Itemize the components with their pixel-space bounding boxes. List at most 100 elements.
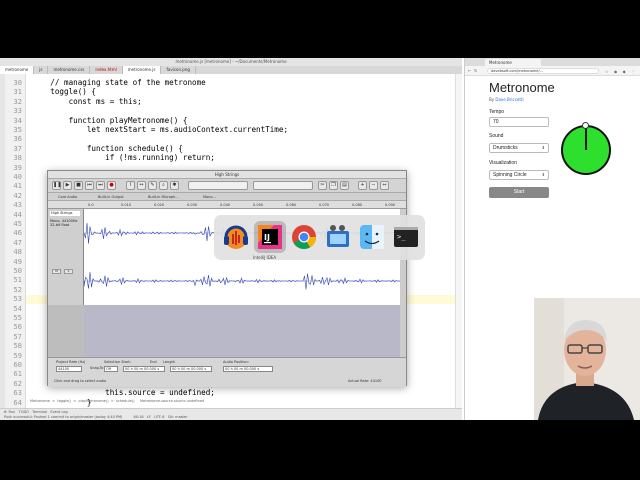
dial-hand [585, 126, 587, 150]
address-bar[interactable]: davebsoft.com/metronome/... [487, 68, 599, 74]
chrome-icon [292, 225, 316, 250]
selection-tool-icon[interactable]: I [126, 181, 135, 190]
line-number: 38 [13, 153, 22, 163]
channels-select[interactable]: Mono... [203, 195, 216, 199]
snap-select[interactable]: Off [104, 366, 118, 372]
zoom-out-icon[interactable]: − [369, 181, 378, 190]
audacity-app[interactable] [220, 221, 252, 253]
envelope-tool-icon[interactable]: ↔ [137, 181, 146, 190]
code-line: if (!ms.running) return; [32, 153, 215, 163]
copy-icon[interactable]: ❐ [329, 181, 338, 190]
project-rate-field[interactable]: 44100 [56, 366, 82, 372]
tab-metronome-css[interactable]: metronome.css [48, 66, 91, 74]
start-button[interactable]: Start [489, 187, 549, 198]
selection-end-field[interactable]: 00 h 00 m 00.000 s [170, 366, 212, 372]
skip-start-button[interactable]: ⏮ [85, 181, 94, 190]
output-device-select[interactable]: Built-in Output [98, 195, 124, 199]
tab-js[interactable]: js [34, 66, 49, 74]
reload-icon[interactable]: ↻ [474, 68, 477, 73]
browser-toolbar: ← ↻ davebsoft.com/metronome/... ☆ ◉ ◆ ⋮ [465, 66, 640, 76]
tab-favicon[interactable]: favicon.png [161, 66, 196, 74]
back-icon[interactable]: ← [468, 68, 471, 73]
ruler-tick: 0.010 [121, 203, 132, 207]
input-device-select[interactable]: Built-in Microph... [148, 195, 179, 199]
audacity-title: High Strings [48, 171, 406, 179]
ruler-tick: 0.050 [253, 203, 264, 207]
finder-app[interactable] [356, 221, 388, 253]
line-number: 60 [13, 360, 22, 369]
pause-button[interactable]: ❚❚ [52, 181, 61, 190]
line-number: 64 [13, 397, 22, 407]
webcam-overlay [534, 298, 640, 420]
ide-title: metronome.js [metronome] - ~/Documents/M… [0, 58, 462, 66]
zoom-in-icon[interactable]: + [358, 181, 367, 190]
cut-icon[interactable]: ✂ [318, 181, 327, 190]
record-meter[interactable] [188, 181, 248, 190]
author-link[interactable]: Dave Briccetti [495, 97, 523, 102]
line-number: 39 [13, 162, 22, 172]
tempo-input[interactable]: 70 [489, 117, 549, 127]
extension-icons[interactable]: ☆ ◉ ◆ ⋮ [605, 69, 637, 74]
chrome-app[interactable] [288, 221, 320, 253]
tool-windows-bar[interactable]: 6: Run TODO Terminal Event Log [4, 410, 68, 414]
line-number: 31 [13, 87, 22, 97]
breadcrumb[interactable]: Metronome > toggle() > playMetronome() >… [30, 399, 204, 403]
switcher-selected-label: IntelliJ IDEA [253, 255, 277, 260]
svg-text:IJ: IJ [264, 233, 270, 242]
tab-metronome[interactable]: metronome [0, 66, 35, 74]
terminal-app[interactable]: >_ [390, 221, 422, 253]
code-line: // managing state of the metronome [32, 78, 206, 87]
zoom-tool-icon[interactable]: ⌕ [159, 181, 168, 190]
track-name[interactable]: High Strings [50, 211, 80, 216]
solo-button[interactable]: S [64, 269, 73, 274]
line-number: 56 [13, 322, 22, 332]
editor-scrollbar[interactable] [455, 74, 462, 408]
play-button[interactable]: ▶ [63, 181, 72, 190]
draw-tool-icon[interactable]: ✎ [148, 181, 157, 190]
code-line: this.source = undefined; [32, 388, 215, 398]
track-control-panel[interactable]: High Strings Mono, 44100Hz 32-bit float … [48, 209, 84, 305]
line-number: 35 [13, 125, 22, 134]
line-number: 59 [13, 350, 22, 360]
timeline-ruler[interactable]: 0.0 0.010 0.020 0.030 0.040 0.050 0.060 0.070 0.… [48, 201, 406, 209]
intellij-app[interactable]: IJ [254, 221, 286, 253]
tempo-value: 70 [493, 119, 499, 125]
line-number: 61 [13, 369, 22, 379]
visualization-value: Spinning Circle [493, 172, 527, 178]
record-button[interactable]: ● [107, 181, 116, 190]
browser-tab-bar: Metronome [465, 58, 640, 66]
stop-button[interactable]: ■ [74, 181, 83, 190]
tab-index-html[interactable]: index.html [90, 66, 123, 74]
audio-host-select[interactable]: Core Audio [58, 195, 77, 199]
ide-tab-bar: metronome js metronome.css index.html me… [0, 66, 462, 74]
audacity-window: High Strings ❚❚ ▶ ■ ⏮ ⏭ ● I ↔ ✎ ⌕ ✱ ✂ ❐ … [47, 170, 407, 387]
project-rate-label: Project Rate (Hz) [56, 360, 86, 364]
skip-end-button[interactable]: ⏭ [96, 181, 105, 190]
line-number: 45 [13, 219, 22, 228]
paste-icon[interactable]: ▤ [340, 181, 349, 190]
waveform-channel [83, 271, 403, 290]
ruler-tick: 0.070 [319, 203, 330, 207]
mute-button[interactable]: M [52, 269, 61, 274]
code-line: let nextStart = ms.audioContext.currentT… [32, 125, 289, 134]
selection-start-field[interactable]: 00 h 00 m 00.000 s [123, 366, 165, 372]
ruler-tick: 0.030 [187, 203, 198, 207]
empty-track-area[interactable] [84, 305, 402, 357]
imovie-app[interactable] [322, 221, 354, 253]
line-number: 40 [13, 172, 22, 181]
sound-select[interactable]: Drumsticks ⬍ [489, 143, 549, 153]
browser-tab[interactable]: Metronome [485, 59, 541, 66]
fit-icon[interactable]: ⇔ [380, 181, 389, 190]
tab-metronome-js[interactable]: metronome.js [122, 66, 162, 74]
line-number: 49 [13, 256, 22, 266]
multi-tool-icon[interactable]: ✱ [170, 181, 179, 190]
ruler-tick: 0.080 [352, 203, 363, 207]
ruler-tick: 0.090 [385, 203, 396, 207]
audio-position-field[interactable]: 00 h 00 m 00.000 s [223, 366, 273, 372]
visualization-select[interactable]: Spinning Circle ⬍ [489, 170, 549, 180]
chevron-updown-icon: ⬍ [541, 145, 545, 150]
playback-meter[interactable] [253, 181, 313, 190]
ruler-tick: 0.060 [286, 203, 297, 207]
track-info: Mono, 44100Hz 32-bit float [50, 219, 78, 227]
sound-value: Drumsticks [493, 145, 518, 151]
